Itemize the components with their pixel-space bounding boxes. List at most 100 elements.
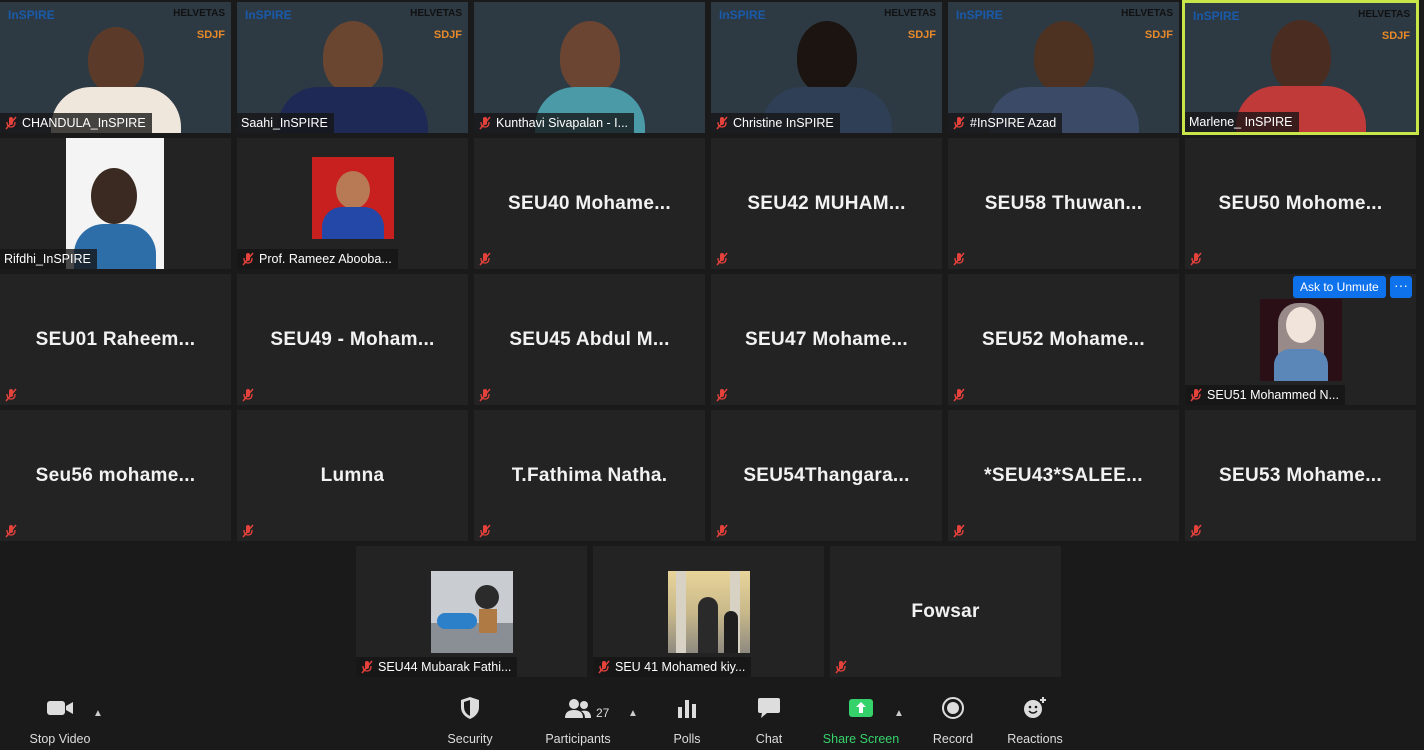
profile-picture (311, 157, 394, 240)
participant-display-name: T.Fathima Natha. (511, 464, 668, 486)
video-tile-rameez[interactable]: Prof. Rameez Abooba... (237, 138, 468, 269)
video-tile-marlene[interactable]: InSPIRE HELVETAS SDJF Marlene_ InSPIRE (1182, 0, 1419, 135)
participant-tile-seu58[interactable]: SEU58 Thuwan... (948, 138, 1179, 269)
profile-picture (1259, 298, 1342, 381)
mic-muted-icon (834, 660, 848, 674)
participant-display-name: SEU01 Raheem... (35, 328, 196, 350)
polls-icon (642, 694, 732, 722)
mic-muted-icon (952, 388, 966, 402)
chat-icon (724, 694, 814, 722)
profile-picture (667, 570, 750, 653)
participants-button[interactable]: Participants (533, 694, 623, 746)
participant-tile-seu01[interactable]: SEU01 Raheem... (0, 274, 231, 405)
participant-display-name: SEU40 Mohame... (508, 192, 671, 214)
share-options-chevron-icon[interactable]: ▲ (894, 708, 904, 719)
participant-display-name: SEU49 - Moham... (270, 328, 435, 350)
mic-muted-icon (478, 252, 492, 266)
mic-muted-icon (478, 116, 492, 130)
mic-muted-icon (1189, 252, 1203, 266)
participant-name-label: CHANDULA_InSPIRE (0, 113, 152, 133)
participants-options-chevron-icon[interactable]: ▲ (628, 708, 638, 719)
helvetas-logo: HELVETAS SDJF (173, 8, 225, 41)
mic-muted-icon (1189, 524, 1203, 538)
participant-tile-seu53[interactable]: SEU53 Mohame... (1185, 410, 1416, 541)
mic-muted-icon (952, 252, 966, 266)
participant-tile-lumna[interactable]: Lumna (237, 410, 468, 541)
chat-button[interactable]: Chat (724, 694, 814, 746)
inspire-logo: InSPIRE (956, 8, 1003, 22)
participant-display-name: SEU50 Mohome... (1218, 192, 1383, 214)
inspire-logo: InSPIRE (1193, 9, 1240, 23)
participant-name-label: Saahi_InSPIRE (237, 113, 334, 133)
participant-display-name: *SEU43*SALEE... (984, 464, 1143, 486)
video-tile-seu44[interactable]: SEU44 Mubarak Fathi... (356, 546, 587, 677)
record-icon (908, 694, 998, 722)
share-screen-icon (816, 694, 906, 722)
mic-muted-icon (4, 388, 18, 402)
stop-video-button[interactable]: Stop Video (15, 694, 105, 746)
shield-icon (425, 694, 515, 722)
inspire-logo: InSPIRE (245, 8, 292, 22)
participant-tile-seu54[interactable]: SEU54Thangara... (711, 410, 942, 541)
video-camera-icon (15, 694, 105, 722)
mic-muted-icon (952, 116, 966, 130)
participants-icon (533, 694, 623, 722)
inspire-logo: InSPIRE (8, 8, 55, 22)
participant-display-name: SEU47 Mohame... (745, 328, 908, 350)
ask-to-unmute-button[interactable]: Ask to Unmute (1293, 276, 1386, 298)
mic-muted-icon (4, 524, 18, 538)
participant-name-label: Rifdhi_InSPIRE (0, 249, 97, 269)
helvetas-logo: HELVETAS SDJF (1358, 9, 1410, 42)
video-tile-chandula[interactable]: InSPIRE HELVETAS SDJF CHANDULA_InSPIRE (0, 2, 231, 133)
participant-tile-seu52[interactable]: SEU52 Mohame... (948, 274, 1179, 405)
video-tile-rifdhi[interactable]: Rifdhi_InSPIRE (0, 138, 231, 269)
video-tile-seu41[interactable]: SEU 41 Mohamed kiy... (593, 546, 824, 677)
share-screen-button[interactable]: Share Screen (816, 694, 906, 746)
participant-display-name: SEU58 Thuwan... (984, 192, 1143, 214)
participant-tile-seu56[interactable]: Seu56 mohame... (0, 410, 231, 541)
video-tile-azad[interactable]: InSPIRE HELVETAS SDJF #InSPIRE Azad (948, 2, 1179, 133)
mic-muted-icon (241, 524, 255, 538)
participant-tile-fathima[interactable]: T.Fathima Natha. (474, 410, 705, 541)
participant-name-label: Kunthavi Sivapalan - I... (474, 113, 635, 133)
helvetas-logo: HELVETAS SDJF (884, 8, 936, 41)
video-options-chevron-icon[interactable]: ▲ (93, 708, 103, 719)
participant-name-label: #InSPIRE Azad (948, 113, 1063, 133)
mic-muted-icon (241, 388, 255, 402)
participant-tile-seu50[interactable]: SEU50 Mohome... (1185, 138, 1416, 269)
participant-tile-seu42[interactable]: SEU42 MUHAM... (711, 138, 942, 269)
security-button[interactable]: Security (425, 694, 515, 746)
participant-name-label: Christine InSPIRE (711, 113, 840, 133)
participant-name-label: SEU44 Mubarak Fathi... (356, 657, 518, 677)
participant-tile-seu40[interactable]: SEU40 Mohame... (474, 138, 705, 269)
mic-muted-icon (597, 660, 611, 674)
participant-name-label: SEU51 Mohammed N... (1185, 385, 1345, 405)
video-tile-kunthavi[interactable]: Kunthavi Sivapalan - I... (474, 2, 705, 133)
mic-muted-icon (360, 660, 374, 674)
mic-muted-icon (478, 388, 492, 402)
mic-muted-icon (241, 252, 255, 266)
meeting-toolbar: Stop Video ▲ Security Participants 27 ▲ … (0, 690, 1424, 750)
participant-tile-seu43[interactable]: *SEU43*SALEE... (948, 410, 1179, 541)
more-options-button[interactable]: ··· (1390, 276, 1412, 298)
participant-display-name: Fowsar (911, 600, 980, 622)
participant-tile-seu47[interactable]: SEU47 Mohame... (711, 274, 942, 405)
smiley-plus-icon (990, 694, 1080, 722)
participant-display-name: SEU54Thangara... (743, 464, 910, 486)
mic-muted-icon (715, 252, 729, 266)
polls-button[interactable]: Polls (642, 694, 732, 746)
video-tile-saahi[interactable]: InSPIRE HELVETAS SDJF Saahi_InSPIRE (237, 2, 468, 133)
participant-display-name: Lumna (320, 464, 385, 486)
participant-tile-seu45[interactable]: SEU45 Abdul M... (474, 274, 705, 405)
reactions-button[interactable]: Reactions (990, 694, 1080, 746)
video-tile-christine[interactable]: InSPIRE HELVETAS SDJF Christine InSPIRE (711, 2, 942, 133)
participant-display-name: SEU53 Mohame... (1219, 464, 1382, 486)
participant-display-name: SEU45 Abdul M... (509, 328, 670, 350)
record-button[interactable]: Record (908, 694, 998, 746)
mic-muted-icon (478, 524, 492, 538)
mic-muted-icon (715, 116, 729, 130)
participant-tile-fowsar[interactable]: Fowsar (830, 546, 1061, 677)
participants-count: 27 (596, 706, 610, 720)
mic-muted-icon (715, 524, 729, 538)
participant-tile-seu49[interactable]: SEU49 - Moham... (237, 274, 468, 405)
